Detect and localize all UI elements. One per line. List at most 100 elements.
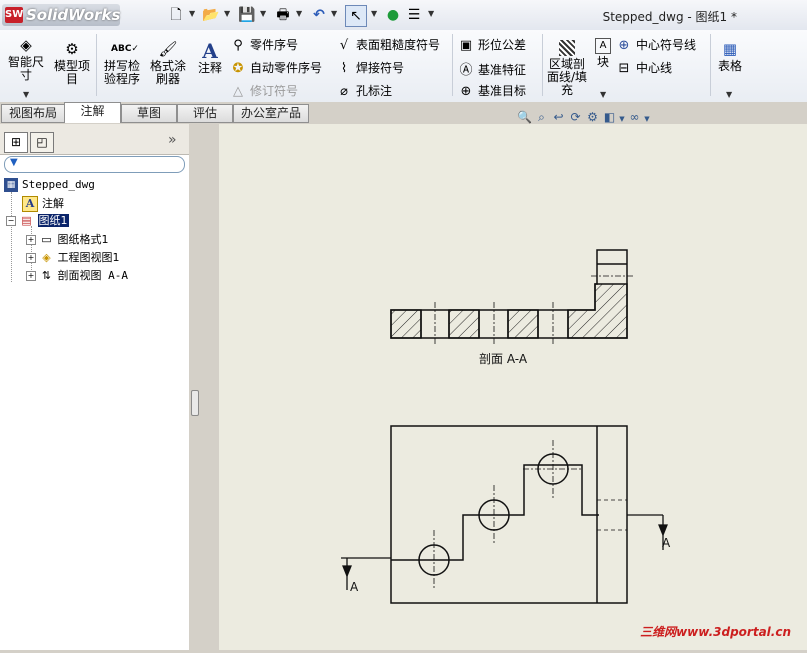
center-mark-icon: ⊕ [618, 38, 630, 53]
expand-toggle-icon[interactable]: + [26, 271, 36, 281]
geometric-tolerance-button[interactable]: ▣ 形位公差 [458, 36, 526, 53]
center-mark-button[interactable]: ⊕ 中心符号线 [616, 36, 696, 53]
hole-callout-icon: ⌀ [340, 84, 348, 99]
area-hatch-dropdown-caret[interactable]: ▼ [600, 90, 606, 99]
solidworks-logo[interactable]: SW SolidWorks [2, 4, 120, 26]
collapse-toggle-icon[interactable]: − [6, 216, 16, 226]
feature-manager-tree-icon[interactable]: ⊞ [4, 132, 28, 153]
spell-checker-button[interactable]: ABC✓ 拼写检验程序 [100, 40, 144, 86]
surface-finish-button[interactable]: √ 表面粗糙度符号 [336, 36, 440, 53]
undo-dropdown-caret[interactable]: ▼ [331, 9, 337, 18]
tree-item-drawing-view[interactable]: + ◈ 工程图视图1 [26, 249, 120, 265]
front-drawing-view[interactable] [390, 425, 628, 604]
section-view-label[interactable]: 剖面 A-A [479, 352, 528, 366]
tables-label: 表格 [717, 59, 742, 73]
property-manager-icon[interactable]: ◰ [30, 132, 54, 153]
tree-annotations-label: 注解 [42, 197, 64, 210]
block-icon: A [595, 38, 611, 54]
save-icon[interactable]: 💾 [237, 5, 257, 25]
smart-dimension-label: 智能尺寸 [7, 55, 44, 82]
panel-splitter[interactable] [189, 124, 219, 650]
smart-dim-dropdown-caret[interactable]: ▼ [23, 90, 29, 99]
rebuild-traffic-light-icon[interactable]: ● [383, 5, 403, 25]
open-folder-icon[interactable]: 📂 [201, 5, 221, 25]
print-icon[interactable]: 🖶 [273, 5, 293, 25]
hide-show-items-icon[interactable]: ∞ [626, 109, 643, 125]
zoom-to-area-icon[interactable]: ⌕ [533, 109, 550, 125]
hatch-region [390, 309, 422, 339]
centerline-button[interactable]: ⊟ 中心线 [616, 59, 672, 76]
tree-item-sheet-format[interactable]: + ▭ 图纸格式1 [26, 231, 109, 247]
section-line-path [391, 464, 599, 561]
section-arrow-label-right: A [662, 536, 671, 550]
revision-symbol-button[interactable]: △ 修订符号 [230, 82, 298, 99]
tree-sheet-label: 图纸1 [37, 214, 69, 227]
weld-symbol-icon: ⌇ [340, 61, 348, 76]
tree-filter-input[interactable]: ▼ [4, 156, 185, 173]
model-items-button[interactable]: ⚙ 模型项目 [52, 40, 92, 86]
print-dropdown-caret[interactable]: ▼ [296, 9, 302, 18]
tab-annotation[interactable]: 注解 [64, 102, 121, 123]
filter-funnel-icon: ▼ [10, 157, 18, 168]
drawing-canvas[interactable]: 剖面 A-A A A [219, 124, 807, 650]
undo-icon[interactable]: ↶ [309, 5, 329, 25]
save-dropdown-caret[interactable]: ▼ [260, 9, 266, 18]
splitter-grip[interactable] [191, 390, 199, 416]
spell-checker-label: 拼写检验程序 [103, 59, 140, 86]
new-dropdown-caret[interactable]: ▼ [189, 9, 195, 18]
display-style-icon[interactable]: ◧ [601, 109, 618, 125]
format-painter-icon: 🖌 [158, 40, 178, 58]
hatch-region [507, 309, 539, 339]
datum-feature-button[interactable]: Ⓐ 基准特征 [458, 59, 526, 78]
tree-item-sheet[interactable]: − ▤ 图纸1 [6, 212, 69, 228]
weld-symbol-button[interactable]: ⌇ 焊接符号 [336, 59, 404, 76]
ribbon-separator [452, 34, 453, 96]
options-icon[interactable]: ☰ [404, 5, 424, 25]
block-button[interactable]: A 块 [594, 38, 612, 69]
auto-balloon-button[interactable]: ✪ 自动零件序号 [230, 59, 322, 76]
open-dropdown-caret[interactable]: ▼ [224, 9, 230, 18]
balloon-icon: ⚲ [233, 38, 243, 53]
area-hatch-label: 区域剖面线/填充 [546, 57, 588, 97]
expand-toggle-icon[interactable]: + [26, 253, 36, 263]
tree-section-view-label: 剖面视图 A-A [57, 269, 129, 282]
tables-button[interactable]: ▦ 表格 [714, 40, 746, 73]
expand-toggle-icon[interactable]: + [26, 235, 36, 245]
select-pointer-icon[interactable]: ↖ [345, 5, 367, 27]
smart-dimension-button[interactable]: ◈ 智能尺寸 [4, 36, 48, 82]
datum-target-button[interactable]: ⊕ 基准目标 [458, 82, 526, 99]
tree-root[interactable]: ▦ Stepped_dwg [4, 178, 95, 192]
area-hatch-button[interactable]: 区域剖面线/填充 [545, 40, 589, 97]
geometric-tolerance-label: 形位公差 [478, 38, 527, 52]
tree-item-annotations[interactable]: A 注解 [22, 195, 64, 212]
sw-logo-icon: SW [5, 7, 23, 23]
new-document-icon[interactable]: 🗋 [166, 5, 186, 25]
datum-target-label: 基准目标 [478, 84, 527, 98]
zoom-to-fit-icon[interactable]: 🔍 [516, 109, 533, 125]
tab-evaluate[interactable]: 评估 [177, 104, 233, 123]
options-dropdown-caret[interactable]: ▼ [428, 9, 434, 18]
panel-expand-icon[interactable]: » [168, 132, 177, 148]
select-dropdown-caret[interactable]: ▼ [371, 9, 377, 18]
format-painter-button[interactable]: 🖌 格式涂刷器 [146, 40, 190, 86]
weld-symbol-label: 焊接符号 [356, 61, 405, 75]
drawing-document-icon: ▦ [4, 178, 18, 192]
section-view-icon: ⇅ [41, 269, 52, 282]
view-settings-icon[interactable]: ⚙ [584, 109, 601, 125]
tab-view-layout[interactable]: 视图布局 [1, 104, 65, 123]
app-name: SolidWorks [26, 6, 121, 24]
tab-office-products[interactable]: 办公室产品 [233, 104, 309, 123]
spell-check-icon: ABC✓ [111, 44, 139, 54]
section-view-aa[interactable] [390, 249, 628, 339]
tab-sketch[interactable]: 草图 [121, 104, 177, 123]
sheet-format-icon: ▭ [41, 233, 52, 246]
previous-view-icon[interactable]: ↩ [550, 109, 567, 125]
rebuild-icon[interactable]: ⟳ [567, 109, 584, 125]
balloon-button[interactable]: ⚲ 零件序号 [230, 36, 298, 53]
tree-item-section-view[interactable]: + ⇅ 剖面视图 A-A [26, 267, 128, 283]
note-button[interactable]: A 注释 [194, 41, 226, 75]
tables-dropdown-caret[interactable]: ▼ [726, 90, 732, 99]
hole-callout-button[interactable]: ⌀ 孔标注 [336, 82, 392, 99]
ribbon-separator [542, 34, 543, 96]
ribbon-separator [96, 34, 97, 96]
